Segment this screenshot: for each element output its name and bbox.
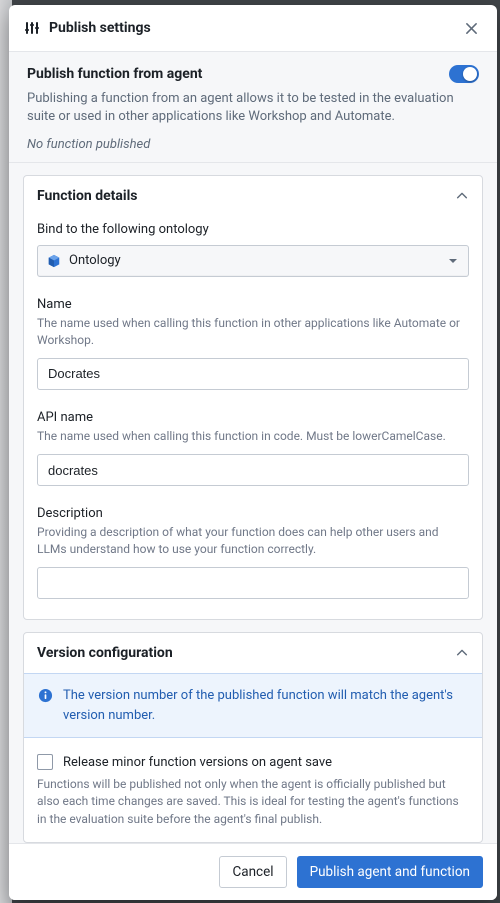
close-icon — [465, 22, 478, 35]
publish-button[interactable]: Publish agent and function — [297, 856, 483, 888]
chevron-up-icon — [455, 189, 469, 203]
modal-header: Publish settings — [9, 5, 497, 52]
version-info-banner: The version number of the published func… — [24, 673, 482, 738]
name-help: The name used when calling this function… — [37, 315, 469, 349]
release-minor-help: Functions will be published not only whe… — [24, 772, 482, 842]
name-label: Name — [37, 297, 469, 312]
intro-section: Publish function from agent Publishing a… — [9, 52, 497, 163]
intro-description: Publishing a function from an agent allo… — [27, 90, 479, 127]
function-details-header[interactable]: Function details — [24, 176, 482, 216]
release-minor-row: Release minor function versions on agent… — [24, 738, 482, 772]
function-details-title: Function details — [37, 188, 137, 204]
cube-icon — [47, 254, 61, 268]
ontology-selected-value: Ontology — [69, 253, 121, 268]
description-input[interactable] — [37, 567, 469, 599]
settings-icon — [24, 20, 40, 36]
version-config-card: Version configuration The version number… — [23, 632, 483, 843]
modal-footer: Cancel Publish agent and function — [9, 843, 497, 900]
caret-down-icon — [448, 256, 458, 266]
publish-settings-modal: Publish settings Publish function from a… — [9, 5, 497, 900]
version-info-text: The version number of the published func… — [63, 686, 469, 725]
modal-body: Publish function from agent Publishing a… — [9, 52, 497, 843]
function-details-card: Function details Bind to the following o… — [23, 175, 483, 620]
description-label: Description — [37, 506, 469, 521]
api-name-label: API name — [37, 410, 469, 425]
function-details-body: Bind to the following ontology Ontology — [24, 222, 482, 619]
modal-backdrop: Publish settings Publish function from a… — [0, 0, 500, 903]
name-input[interactable] — [37, 358, 469, 390]
info-icon — [37, 687, 53, 703]
publish-toggle[interactable] — [449, 65, 479, 83]
release-minor-label: Release minor function versions on agent… — [63, 755, 332, 770]
version-config-title: Version configuration — [37, 645, 173, 661]
version-config-header[interactable]: Version configuration — [24, 633, 482, 673]
intro-title: Publish function from agent — [27, 66, 202, 82]
cancel-button[interactable]: Cancel — [219, 856, 286, 888]
description-help: Providing a description of what your fun… — [37, 524, 469, 558]
ontology-select[interactable]: Ontology — [37, 245, 469, 277]
ontology-label: Bind to the following ontology — [37, 222, 469, 237]
modal-title: Publish settings — [49, 20, 151, 36]
toggle-knob — [463, 67, 477, 81]
api-name-input[interactable] — [37, 454, 469, 486]
release-minor-checkbox[interactable] — [37, 754, 53, 770]
api-name-help: The name used when calling this function… — [37, 428, 469, 445]
chevron-up-icon — [455, 646, 469, 660]
close-button[interactable] — [460, 17, 482, 39]
no-function-published: No function published — [27, 137, 479, 152]
